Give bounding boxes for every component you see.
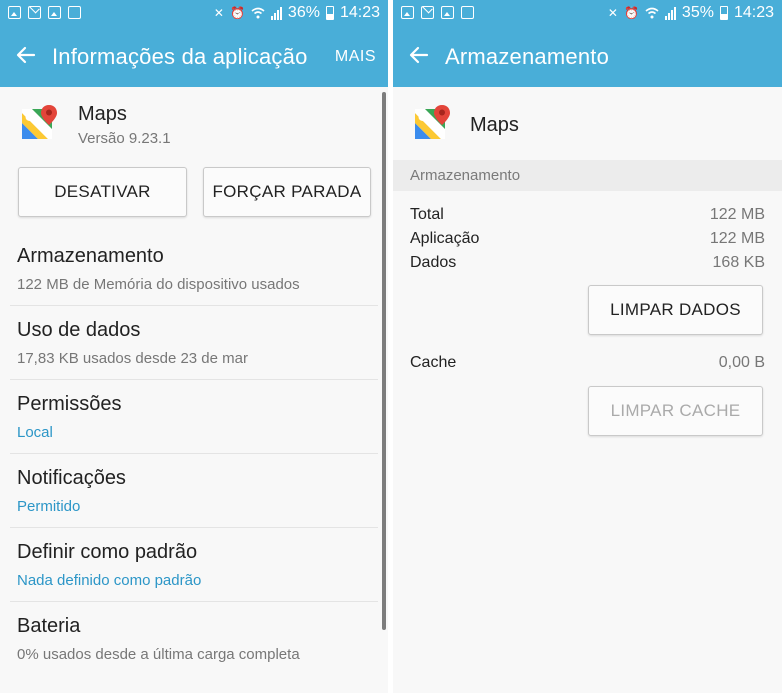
back-arrow-icon[interactable] [407,43,431,67]
app-info-screen: ✕ ⏰ 36% 14:23 Informações da aplicação M… [0,0,388,693]
wifi-icon [251,7,265,19]
list-item-title: Definir como padrão [17,541,198,563]
alarm-icon: ⏰ [623,6,639,20]
mail-notification-icon [28,6,41,19]
maps-app-icon: G [415,105,450,139]
app-bar: Informações da aplicação MAIS [0,27,388,87]
mute-icon: ✕ [213,6,224,20]
battery-percent: 36% [287,4,320,21]
list-item-storage[interactable]: Armazenamento 122 MB de Memória do dispo… [10,232,378,306]
wifi-icon [645,7,659,19]
gallery-notification-icon [48,6,61,19]
list-item-subtitle: Permitido [17,498,81,515]
clock: 14:23 [733,4,774,21]
gallery-notification-icon [401,6,414,19]
app-name: Maps [78,103,127,125]
list-item-set-default[interactable]: Definir como padrão Nada definido como p… [10,528,378,602]
clock: 14:23 [339,4,380,21]
status-bar: ✕ ⏰ 36% 14:23 [0,0,388,27]
list-item-subtitle: 17,83 KB usados desde 23 de mar [17,350,248,367]
row-label: Total [410,206,444,223]
force-stop-button[interactable]: FORÇAR PARADA [203,167,371,217]
gallery-notification-icon [441,6,454,19]
scrollbar[interactable] [382,92,386,630]
row-label: Dados [410,254,457,271]
disable-button[interactable]: DESATIVAR [18,167,187,217]
mail-notification-icon [421,6,434,19]
list-item-permissions[interactable]: Permissões Local [10,380,378,454]
battery-icon [325,6,334,20]
gallery-notification-icon [8,6,21,19]
status-indicators: ✕ ⏰ 35% 14:23 [608,4,774,22]
row-value: 168 KB [712,254,765,271]
storage-screen: ✕ ⏰ 35% 14:23 Armazenamento G Maps Armaz… [393,0,782,693]
list-item-title: Armazenamento [17,245,164,267]
mute-icon: ✕ [607,6,618,20]
app-name: Maps [470,114,519,136]
list-item-notifications[interactable]: Notificações Permitido [10,454,378,528]
storage-row-cache: Cache 0,00 B [410,354,765,376]
signal-icon [664,6,676,20]
maps-app-icon: G [22,105,57,139]
list-item-subtitle: Nada definido como padrão [17,572,202,589]
list-item-data-usage[interactable]: Uso de dados 17,83 KB usados desde 23 de… [10,306,378,380]
app-version: Versão 9.23.1 [78,130,171,147]
screenshot-notification-icon [68,6,81,19]
storage-row-app: Aplicação 122 MB [410,230,765,252]
signal-icon [270,6,282,20]
alarm-icon: ⏰ [229,6,245,20]
battery-percent: 35% [681,4,714,21]
svg-text:G: G [25,111,34,124]
row-value: 122 MB [709,206,765,223]
section-label: Armazenamento [410,167,521,184]
row-value: 0,00 B [718,354,765,371]
row-label: Cache [410,354,457,371]
notification-icons [401,6,474,19]
clear-data-button[interactable]: LIMPAR DADOS [588,285,763,335]
page-title: Armazenamento [445,44,610,69]
list-item-title: Notificações [17,467,126,489]
row-value: 122 MB [709,230,765,247]
storage-row-data: Dados 168 KB [410,254,765,276]
row-label: Aplicação [410,230,480,247]
storage-row-total: Total 122 MB [410,206,765,228]
screenshot-notification-icon [461,6,474,19]
status-indicators: ✕ ⏰ 36% 14:23 [214,4,380,22]
list-item-subtitle: 122 MB de Memória do dispositivo usados [17,276,300,293]
svg-text:G: G [418,111,427,124]
page-title: Informações da aplicação [52,44,308,69]
list-item-battery[interactable]: Bateria 0% usados desde a última carga c… [10,602,378,676]
app-bar: Armazenamento [393,27,782,87]
notification-icons [8,6,81,19]
back-arrow-icon[interactable] [14,43,38,67]
list-item-title: Bateria [17,615,81,637]
list-item-subtitle: Local [17,424,53,441]
more-button[interactable]: MAIS [335,48,376,66]
storage-section-header: Armazenamento [393,160,782,191]
status-bar: ✕ ⏰ 35% 14:23 [393,0,782,27]
list-item-subtitle: 0% usados desde a última carga completa [17,646,300,663]
battery-icon [719,6,728,20]
list-item-title: Permissões [17,393,122,415]
list-item-title: Uso de dados [17,319,141,341]
clear-cache-button[interactable]: LIMPAR CACHE [588,386,763,436]
